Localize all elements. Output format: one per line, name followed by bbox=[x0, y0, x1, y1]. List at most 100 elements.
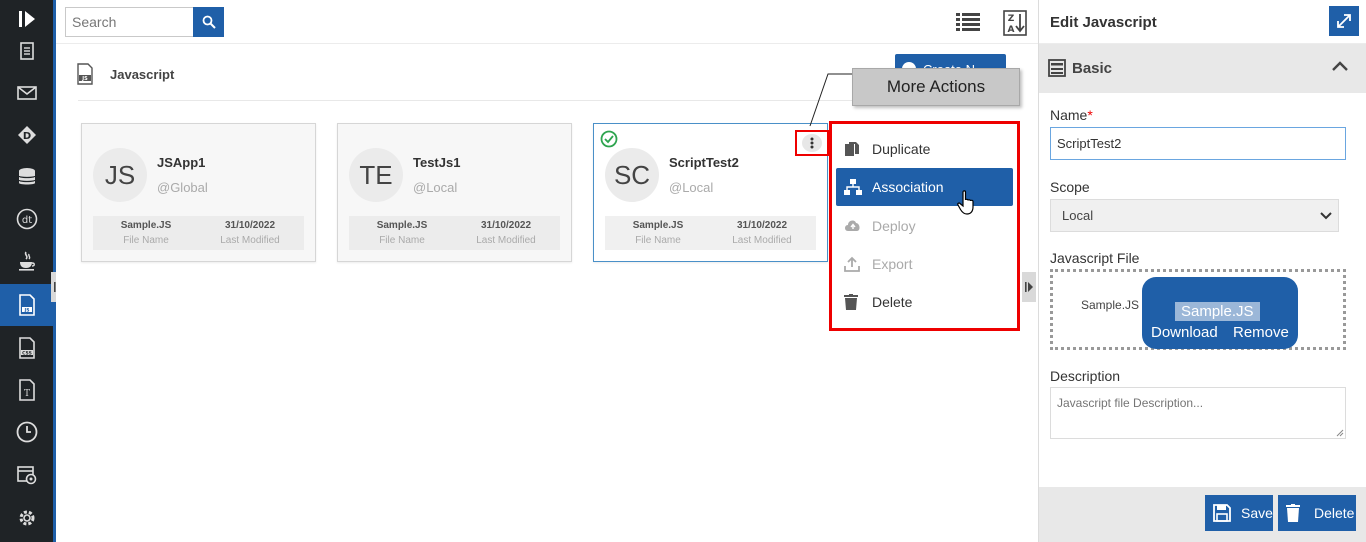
page-title: Javascript bbox=[110, 66, 175, 82]
delete-button[interactable]: Delete bbox=[1278, 495, 1356, 531]
search-input[interactable] bbox=[65, 7, 193, 37]
top-bar: ZA bbox=[56, 0, 1038, 44]
card-meta: Sample.JS File Name 31/10/2022 Last Modi… bbox=[349, 216, 560, 250]
file-name-label: File Name bbox=[635, 235, 681, 246]
breadcrumb: JS Javascript bbox=[76, 60, 174, 88]
text-file-icon[interactable]: T bbox=[0, 369, 53, 411]
name-label: Name* bbox=[1050, 107, 1093, 123]
script-card-selected[interactable]: SC ScriptTest2 @Local Sample.JS File Nam… bbox=[593, 123, 829, 262]
more-actions-callout: More Actions bbox=[852, 68, 1020, 106]
list-view-icon[interactable] bbox=[956, 12, 980, 37]
menu-item-duplicate[interactable]: Duplicate bbox=[836, 130, 1013, 168]
menu-item-deploy[interactable]: Deploy bbox=[836, 207, 1013, 245]
card-name: ScriptTest2 bbox=[669, 155, 739, 170]
mail-icon[interactable] bbox=[0, 72, 53, 114]
hand-cursor-icon bbox=[957, 190, 974, 215]
card-meta: Sample.JS File Name 31/10/2022 Last Modi… bbox=[605, 216, 816, 250]
scope-select[interactable]: Local bbox=[1050, 199, 1339, 232]
svg-text:A: A bbox=[1008, 25, 1015, 35]
last-modified-value: 31/10/2022 bbox=[480, 220, 532, 231]
menu-item-export[interactable]: Export bbox=[836, 245, 1013, 283]
edit-panel-body: Name* Scope Local Javascript File Sample… bbox=[1039, 93, 1366, 487]
description-field[interactable] bbox=[1050, 387, 1346, 439]
basic-section-label: Basic bbox=[1072, 60, 1113, 77]
edit-panel-header: Edit Javascript bbox=[1039, 0, 1366, 44]
file-name: Sample.JS bbox=[1081, 298, 1140, 312]
resize-handle-icon[interactable] bbox=[1336, 429, 1344, 437]
more-actions-button[interactable] bbox=[795, 130, 829, 156]
card-scope: @Local bbox=[669, 180, 714, 195]
card-scope: @Local bbox=[413, 180, 458, 195]
export-icon bbox=[844, 256, 860, 272]
file-dropzone[interactable]: Sample.JS Sample.JS Download Remove bbox=[1050, 269, 1346, 350]
card-scope: @Global bbox=[157, 180, 208, 195]
file-name-value: Sample.JS bbox=[632, 220, 684, 231]
name-field[interactable] bbox=[1050, 127, 1346, 160]
calendar-settings-icon[interactable] bbox=[0, 454, 53, 496]
main-area: ZA JS Javascript Create N JS JSApp1 @Glo… bbox=[56, 0, 1038, 542]
trash-icon bbox=[1286, 504, 1300, 522]
svg-text:D: D bbox=[22, 131, 30, 142]
scope-value: Local bbox=[1062, 208, 1094, 223]
diamond-d-icon[interactable]: D bbox=[0, 114, 53, 156]
search-button[interactable] bbox=[193, 7, 224, 37]
delete-label: Delete bbox=[1314, 505, 1355, 521]
file-name-label: File Name bbox=[123, 235, 169, 246]
menu-item-association[interactable]: Association bbox=[836, 168, 1013, 206]
java-icon[interactable] bbox=[0, 240, 53, 282]
card-name: JSApp1 bbox=[157, 155, 206, 170]
avatar: SC bbox=[605, 148, 659, 202]
trash-icon bbox=[844, 294, 858, 310]
context-menu: Duplicate Association Deploy Export Dele… bbox=[829, 121, 1020, 331]
datatable-icon[interactable]: dt bbox=[0, 198, 53, 240]
edit-panel: Edit Javascript Basic Name* Scope Local … bbox=[1038, 0, 1366, 542]
card-meta: Sample.JS File Name 31/10/2022 Last Modi… bbox=[93, 216, 304, 250]
save-label: Save bbox=[1241, 505, 1273, 521]
avatar: JS bbox=[93, 148, 147, 202]
clock-icon[interactable] bbox=[0, 411, 53, 453]
file-name-value: Sample.JS bbox=[120, 220, 172, 231]
javascript-file-icon: JS bbox=[77, 63, 93, 85]
name-label-text: Name bbox=[1050, 107, 1088, 123]
cloud-upload-icon bbox=[845, 220, 860, 231]
association-icon bbox=[844, 179, 862, 195]
menu-item-delete[interactable]: Delete bbox=[836, 283, 1013, 321]
chevron-down-icon bbox=[1320, 212, 1332, 220]
required-marker: * bbox=[1087, 107, 1093, 123]
collapse-arrow-icon bbox=[1025, 282, 1033, 292]
menu-item-label: Deploy bbox=[872, 218, 916, 234]
script-card[interactable]: TE TestJs1 @Local Sample.JS File Name 31… bbox=[337, 123, 572, 262]
menu-item-label: Duplicate bbox=[872, 141, 931, 157]
remove-link[interactable]: Remove bbox=[1233, 324, 1289, 341]
file-name-value: Sample.JS bbox=[376, 220, 428, 231]
save-button[interactable]: Save bbox=[1205, 495, 1273, 531]
file-popup-name: Sample.JS bbox=[1175, 302, 1260, 321]
svg-text:CSS: CSS bbox=[22, 350, 32, 356]
expand-arrows-icon bbox=[1337, 14, 1351, 28]
settings-gear-icon[interactable] bbox=[0, 497, 53, 539]
css-file-icon[interactable]: CSS bbox=[0, 327, 53, 369]
kebab-menu-icon bbox=[810, 137, 814, 149]
database-icon[interactable] bbox=[0, 156, 53, 198]
last-modified-value: 31/10/2022 bbox=[224, 220, 276, 231]
check-circle-icon bbox=[600, 130, 618, 153]
basic-section-header[interactable]: Basic bbox=[1039, 44, 1366, 93]
menu-item-label: Export bbox=[872, 256, 913, 272]
javascript-file-icon[interactable]: JS bbox=[0, 284, 53, 326]
sort-z-a-icon[interactable]: ZA bbox=[1003, 10, 1027, 41]
script-card[interactable]: JS JSApp1 @Global Sample.JS File Name 31… bbox=[81, 123, 316, 262]
file-label: Javascript File bbox=[1050, 250, 1140, 266]
right-collapse-toggle[interactable] bbox=[1022, 272, 1036, 302]
edit-panel-title: Edit Javascript bbox=[1050, 14, 1157, 31]
svg-text:T: T bbox=[23, 389, 29, 399]
duplicate-icon bbox=[845, 142, 859, 156]
form-icon bbox=[1048, 59, 1066, 77]
expand-button[interactable] bbox=[1329, 6, 1359, 36]
last-modified-label: Last Modified bbox=[476, 235, 536, 246]
card-name: TestJs1 bbox=[413, 155, 461, 170]
search-icon bbox=[202, 15, 216, 29]
document-list-icon[interactable] bbox=[0, 32, 53, 70]
menu-item-label: Association bbox=[872, 179, 944, 195]
file-name-label: File Name bbox=[379, 235, 425, 246]
download-link[interactable]: Download bbox=[1151, 324, 1218, 341]
